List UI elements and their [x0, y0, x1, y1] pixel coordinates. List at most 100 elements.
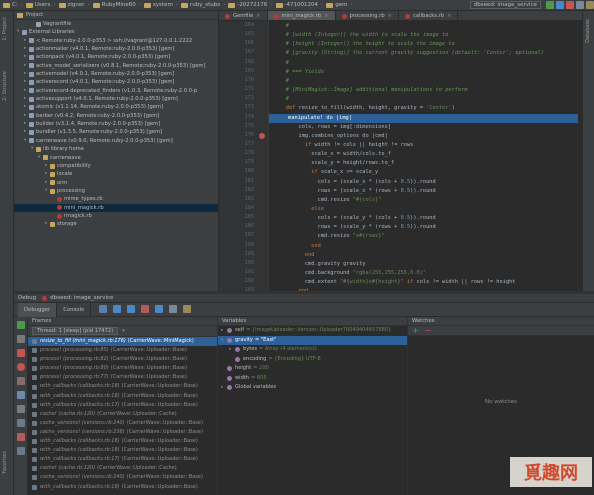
view-breakpoints-icon[interactable] [17, 363, 25, 371]
tree-item[interactable]: ▸ atomic (v1.1.14, Remote:ruby-2.0.0-p353… [14, 103, 218, 111]
tree-item[interactable]: ▸ activemodel (v4.0.1, Remote:ruby-2.0.0-… [14, 70, 218, 78]
breadcrumb-item[interactable]: Users › [25, 2, 56, 8]
frame-row-selected[interactable]: resize_to_fill (mini_magick.rb:176) (Carr… [28, 337, 217, 347]
tree-item[interactable]: ▸ actionpack (v4.0.1, Remote:ruby-2.0.0-p… [14, 53, 218, 61]
frame-row[interactable]: process! (processing.rb:77) (CarrierWave:… [28, 373, 217, 382]
frame-row[interactable]: with_callbacks (callbacks.rb:17) (Carrier… [28, 455, 217, 464]
breadcrumb-item[interactable]: gem › [326, 2, 353, 8]
variable-row[interactable]: ▸ bytes = Array (4 element(s)) [218, 345, 407, 355]
frame-row[interactable]: process! (processing.rb:80) (CarrierWave:… [28, 364, 217, 373]
evaluate-expression-icon[interactable] [182, 304, 191, 313]
step-over-icon[interactable] [113, 304, 122, 313]
structure-tool-button[interactable]: 2: Structure [2, 71, 8, 101]
show-execution-point-icon[interactable] [99, 304, 108, 313]
breadcrumb-item[interactable]: RubyMine60 › [92, 2, 141, 8]
debug-icon[interactable] [556, 1, 564, 9]
tree-item[interactable]: ▾ carrierwave (v0.9.0, Remote:ruby-2.0.0-… [14, 137, 218, 145]
variable-row[interactable]: width = 605 [218, 374, 407, 384]
pause-icon[interactable] [17, 335, 25, 343]
frame-row[interactable]: cache! (cache.rb:120) (CarrierWave::Uploa… [28, 410, 217, 419]
tree-item[interactable]: ▸ compatibility [14, 162, 218, 170]
database-tool-button[interactable]: Database [585, 19, 591, 43]
remove-watch-icon[interactable]: − [425, 326, 432, 335]
variable-row[interactable]: height = 200 [218, 364, 407, 374]
favorites-tool-button[interactable]: Favorites [2, 451, 8, 474]
breadcrumb-item[interactable]: zigner › [58, 2, 90, 8]
variable-row[interactable]: encoding = {Encoding} UTF-8 [218, 355, 407, 365]
tree-item[interactable]: ▸ locale [14, 170, 218, 178]
run-to-cursor-icon[interactable] [168, 304, 177, 313]
breadcrumb-item[interactable]: system › [143, 2, 178, 8]
breadcrumb-item[interactable]: -471001204 › [275, 2, 323, 8]
editor-tab[interactable]: Gemfile × [219, 11, 268, 20]
tree-item[interactable]: ▸ activesupport (v4.0.1, Remote:ruby-2.0.… [14, 95, 218, 103]
frame-row[interactable]: process! (processing.rb:82) (CarrierWave:… [28, 355, 217, 364]
frame-row[interactable]: cache_versions! (versions.rb:240) (Carrie… [28, 473, 217, 482]
frame-row[interactable]: cache_versions! (versions.rb:238) (Carrie… [28, 428, 217, 437]
step-into-icon[interactable] [127, 304, 136, 313]
breadcrumb-item[interactable]: ruby_stubs › [181, 2, 225, 8]
restore-layout-icon[interactable] [17, 391, 25, 399]
tree-item[interactable]: ▸ activerecord-deprecated_finders (v1.0.3… [14, 87, 218, 95]
run-icon[interactable] [546, 1, 554, 9]
mute-breakpoints-icon[interactable] [17, 377, 25, 385]
force-step-into-icon[interactable] [141, 304, 150, 313]
breadcrumb-item[interactable]: C: › [3, 2, 23, 8]
tree-item[interactable]: ▸ active_model_serializers (v0.8.1, Remot… [14, 62, 218, 70]
tree-item[interactable]: ▾ processing [14, 187, 218, 195]
tab-console[interactable]: Console [57, 302, 92, 317]
editor-tab[interactable]: callbacks.rb × [399, 11, 459, 20]
pin-icon[interactable] [17, 419, 25, 427]
frame-row[interactable]: with_callbacks (callbacks.rb:18) (Carrier… [28, 437, 217, 446]
tree-item[interactable]: ▾ carrierwave [14, 154, 218, 162]
frame-row[interactable]: with_callbacks (callbacks.rb:17) (Carrier… [28, 401, 217, 410]
close-icon[interactable]: × [256, 11, 260, 20]
tree-item[interactable]: ▸ < Remote:ruby-2.0.0-p353 > ssh://vagran… [14, 37, 218, 45]
project-tool-button[interactable]: 1: Project [2, 17, 8, 41]
thread-dropdown[interactable]: Thread: 1 [sleep] (pid 17472) [32, 327, 119, 335]
tree-item-selected[interactable]: mini_magick.rb [14, 203, 218, 212]
tree-item[interactable]: ▸ barber (v0.4.2, Remote:ruby-2.0.0-p353)… [14, 112, 218, 120]
frame-row[interactable]: with_callbacks (callbacks.rb:18) (Carrier… [28, 483, 217, 492]
variable-row[interactable]: ▸ Global variables [218, 383, 407, 393]
tree-item[interactable]: ▸ orm [14, 179, 218, 187]
frame-row[interactable]: with_callbacks (callbacks.rb:18) (Carrier… [28, 392, 217, 401]
thread-selector[interactable]: Thread: 1 [sleep] (pid 17472) ▾ [28, 326, 217, 337]
help-icon[interactable] [586, 1, 594, 9]
breadcrumb-item[interactable]: -20272176 › [228, 2, 273, 8]
variable-row[interactable]: ▸ self = {ImageUploader::Version::Uploader… [218, 326, 407, 336]
breakpoint-icon[interactable] [259, 132, 265, 139]
close-icon[interactable]: × [388, 11, 392, 20]
editor-tab[interactable]: processing.rb × [336, 11, 399, 20]
code-editor[interactable]: # # [width (Integer)] the width to scale… [269, 21, 582, 291]
tree-item[interactable]: ▸ activerecord (v4.0.1, Remote:ruby-2.0.0… [14, 78, 218, 86]
settings-icon[interactable] [576, 1, 584, 9]
project-panel-title[interactable]: Project [26, 12, 43, 18]
tree-item[interactable]: Vagrantfile [14, 20, 218, 28]
frame-row[interactable]: process! (processing.rb:85) (CarrierWave:… [28, 346, 217, 355]
frame-row[interactable]: with_callbacks (callbacks.rb:18) (Carrier… [28, 446, 217, 455]
help-icon[interactable] [17, 447, 25, 455]
frame-row[interactable]: with_callbacks (callbacks.rb:18) (Carrier… [28, 382, 217, 391]
tree-item[interactable]: rmagick.rb [14, 212, 218, 220]
tree-item[interactable]: mime_types.rb [14, 195, 218, 203]
stop-icon[interactable] [17, 349, 25, 357]
settings-icon[interactable] [17, 405, 25, 413]
tab-debugger[interactable]: Debugger [18, 302, 58, 317]
tree-item[interactable]: ▸ actionmailer (v4.0.1, Remote:ruby-2.0.0… [14, 45, 218, 53]
stop-icon[interactable] [566, 1, 574, 9]
variable-row-selected[interactable]: ▾ gravity = "East" [218, 335, 407, 345]
frame-row[interactable]: cache_versions! (versions.rb:240) (Carrie… [28, 419, 217, 428]
tree-item[interactable]: ▸ builder (v3.1.4, Remote:ruby-2.0.0-p353… [14, 120, 218, 128]
run-config-selector[interactable]: dbseed: image_service [469, 1, 541, 9]
tree-item[interactable]: ▾ External Libraries [14, 28, 218, 36]
tree-item[interactable]: ▾ lib library home [14, 145, 218, 153]
resume-icon[interactable] [17, 321, 25, 329]
close-icon[interactable]: × [324, 11, 328, 20]
step-out-icon[interactable] [154, 304, 163, 313]
tree-item[interactable]: ▸ bundler (v1.3.5, Remote:ruby-2.0.0-p353… [14, 128, 218, 136]
add-watch-icon[interactable]: + [412, 326, 419, 335]
editor-tab[interactable]: mini_magick.rb × [267, 11, 336, 20]
tree-item[interactable]: ▸ storage [14, 220, 218, 228]
close-icon[interactable] [17, 433, 25, 441]
